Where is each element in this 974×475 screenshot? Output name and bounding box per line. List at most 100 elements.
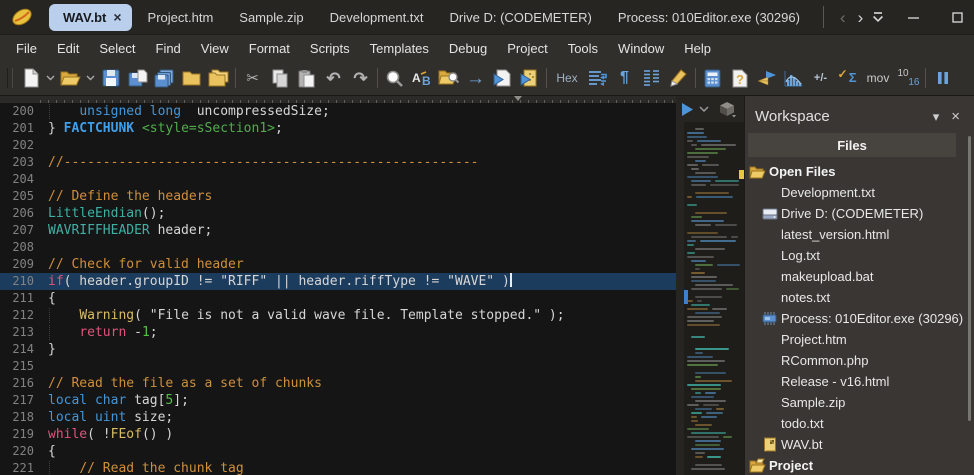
word-wrap-button[interactable] [584,65,611,91]
editor-line[interactable]: 206LittleEndian(); [0,205,676,222]
menu-item-templates[interactable]: Templates [360,38,439,59]
mov-button[interactable]: mov [861,65,895,91]
cut-button[interactable]: ✂ [239,65,266,91]
tree-item-latest-version-html[interactable]: latest_version.html [745,224,974,245]
menu-item-tools[interactable]: Tools [558,38,608,59]
tree-item-release-v16-html[interactable]: Release - v16.html [745,371,974,392]
tree-item-rcommon-php[interactable]: RCommon.php [745,350,974,371]
new-file-button[interactable] [17,65,44,91]
editor-line[interactable]: 203//-----------------------------------… [0,154,676,171]
menu-item-edit[interactable]: Edit [47,38,89,59]
base-converter-button[interactable]: 1016 [895,65,922,91]
editor-line[interactable]: 209// Check for valid header [0,256,676,273]
editor-line[interactable]: 217local char tag[5]; [0,392,676,409]
tab-files[interactable]: Files [748,133,956,157]
menu-item-select[interactable]: Select [89,38,145,59]
tree-item-process-010editor-exe-30296-[interactable]: Process: 010Editor.exe (30296) [745,308,974,329]
menu-item-project[interactable]: Project [497,38,557,59]
tree-item-project[interactable]: Project [745,455,974,475]
column-mode-button[interactable] [638,65,665,91]
tree-item-drive-d-codemeter-[interactable]: Drive D: (CODEMETER) [745,203,974,224]
pause-button[interactable] [929,65,956,91]
dock-menu-icon[interactable]: ▾ [927,110,946,123]
run-script-button[interactable] [489,65,516,91]
run-template-button[interactable] [516,65,543,91]
open-file-button[interactable] [57,65,84,91]
goto-button[interactable]: → [462,65,489,91]
save-button[interactable] [97,65,124,91]
compare-button[interactable] [753,65,780,91]
tree-item-sample-zip[interactable]: Sample.zip [745,392,974,413]
play-template-button[interactable] [681,102,694,117]
histogram-button[interactable] [780,65,807,91]
editor-line[interactable]: 207WAVRIFFHEADER header; [0,222,676,239]
minimap[interactable] [684,122,744,475]
new-file-dropdown-icon[interactable] [44,65,57,91]
copy-button[interactable] [266,65,293,91]
find-button[interactable] [381,65,408,91]
editor-line[interactable]: 218local uint size; [0,409,676,426]
menu-item-help[interactable]: Help [674,38,721,59]
undo-button[interactable]: ↶ [320,65,347,91]
calculator-button[interactable] [699,65,726,91]
tree-item-notes-txt[interactable]: notes.txt [745,287,974,308]
tree-item-makeupload-bat[interactable]: makeupload.bat [745,266,974,287]
editor-line[interactable]: 220{ [0,443,676,460]
menu-item-view[interactable]: View [191,38,239,59]
tree-item-open-files[interactable]: Open Files [745,161,974,182]
maximize-button[interactable] [935,0,974,34]
menu-item-window[interactable]: Window [608,38,674,59]
menu-item-debug[interactable]: Debug [439,38,497,59]
highlight-button[interactable] [665,65,692,91]
tree-item-log-txt[interactable]: Log.txt [745,245,974,266]
find-in-files-button[interactable] [435,65,462,91]
editor-line[interactable]: 205// Define the headers [0,188,676,205]
tree-item-todo-txt[interactable]: todo.txt [745,413,974,434]
editor-line[interactable]: 200 unsigned long uncompressedSize; [0,103,676,120]
cube-icon[interactable] [719,101,737,118]
tab-wav-bt[interactable]: WAV.bt× [49,4,132,31]
editor-line[interactable]: 212 Warning( "File is not a valid wave f… [0,307,676,324]
checksum-button[interactable]: ✓Σ [834,65,861,91]
editor-line[interactable]: 216// Read the file as a set of chunks [0,375,676,392]
minimize-button[interactable] [891,0,935,34]
editor-line[interactable]: 202 [0,137,676,154]
tree-item-development-txt[interactable]: Development.txt [745,182,974,203]
paste-button[interactable] [293,65,320,91]
editor-line[interactable]: 201} FACTCHUNK <style=sSection1>; [0,120,676,137]
editor-line[interactable]: 213 return -1; [0,324,676,341]
code-editor[interactable]: 200 unsigned long uncompressedSize;201} … [0,96,676,475]
open-file-dropdown-icon[interactable] [84,65,97,91]
menu-item-scripts[interactable]: Scripts [300,38,360,59]
editor-line[interactable]: 211{ [0,290,676,307]
save-all-button[interactable] [151,65,178,91]
tab-development-txt[interactable]: Development.txt [317,0,437,34]
tab-process-010editor-exe-30296-[interactable]: Process: 010Editor.exe (30296) [605,0,813,34]
redo-button[interactable]: ↷ [347,65,374,91]
tree-item-project-htm[interactable]: Project.htm [745,329,974,350]
menu-item-find[interactable]: Find [146,38,191,59]
play-dropdown-icon[interactable] [699,106,709,113]
editor-line[interactable]: 204 [0,171,676,188]
editor-line[interactable]: 214} [0,341,676,358]
tab-scroll-left-icon[interactable]: ‹ [834,9,852,26]
file-info-button[interactable]: ? [726,65,753,91]
tab-sample-zip[interactable]: Sample.zip [226,0,316,34]
operations-button[interactable]: +/- [807,65,834,91]
tab-close-icon[interactable]: × [113,10,121,24]
editor-line[interactable]: 219while( !FEof() ) [0,426,676,443]
tab-drive-d-codemeter-[interactable]: Drive D: (CODEMETER) [437,0,605,34]
tab-project-htm[interactable]: Project.htm [135,0,227,34]
menu-item-file[interactable]: File [6,38,47,59]
show-whitespace-button[interactable]: ¶ [611,65,638,91]
tab-list-icon[interactable] [871,11,885,24]
close-all-button[interactable] [205,65,232,91]
tree-item-wav-bt[interactable]: WAV.bt [745,434,974,455]
menu-item-format[interactable]: Format [239,38,300,59]
save-as-button[interactable] [124,65,151,91]
hex-mode-button[interactable]: Hex [550,65,584,91]
tab-scroll-right-icon[interactable]: › [852,9,870,26]
workspace-scrollbar[interactable] [968,136,971,421]
editor-line[interactable]: 210if( header.groupID != "RIFF" || heade… [0,273,676,290]
close-file-button[interactable] [178,65,205,91]
